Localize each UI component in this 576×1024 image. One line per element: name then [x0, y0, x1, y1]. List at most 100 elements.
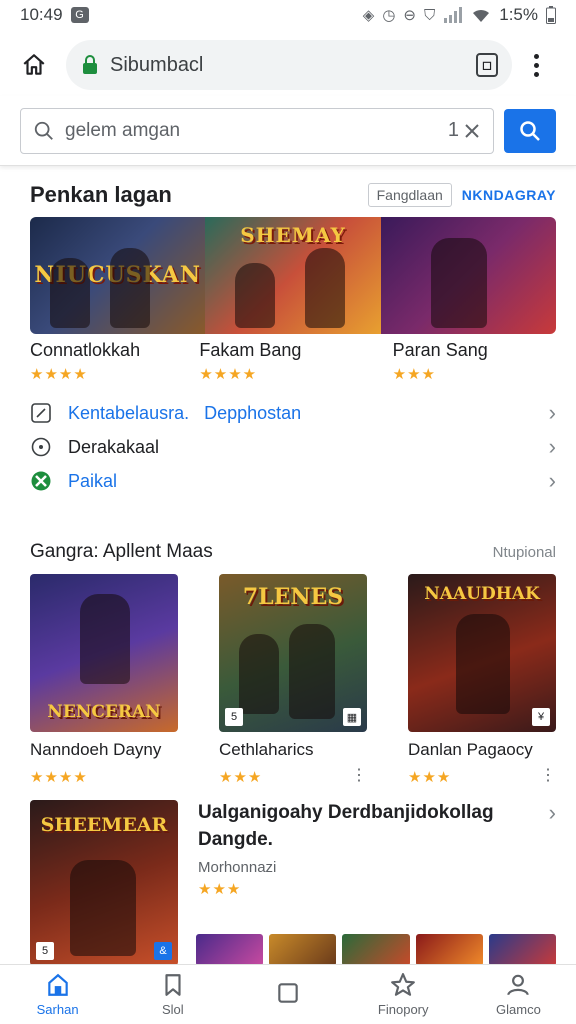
- chevron-right-icon: ›: [548, 400, 556, 425]
- game-thumbnail: SHEEMEAR 5 &: [30, 800, 178, 966]
- game-card[interactable]: 7LENES 5 ▦ Cethlaharics ★★★ ⋮: [219, 574, 367, 786]
- url-bar[interactable]: Sibumbacl ◻: [66, 40, 512, 90]
- browser-toolbar: Sibumbacl ◻: [0, 36, 576, 94]
- battery-level: 1:5%: [499, 5, 538, 24]
- game-card[interactable]: NAAUDHAK ¥ Danlan Pagaocy ★★★ ⋮: [408, 574, 556, 786]
- shield-icon: ⛉: [423, 6, 436, 24]
- list-item-label: Kentabelausra.: [68, 402, 190, 423]
- tabs-switcher-button[interactable]: ◻: [476, 53, 498, 77]
- screenshot-thumb[interactable]: [269, 934, 337, 966]
- vibrate-icon: ◈: [362, 7, 375, 24]
- see-more-link[interactable]: Ntupional: [493, 544, 556, 561]
- wifi-icon: [471, 7, 491, 23]
- search-button[interactable]: [504, 108, 556, 153]
- nav-item-bookmarks[interactable]: Slol: [115, 965, 230, 1024]
- star-rating: ★★★★: [30, 769, 88, 786]
- search-input[interactable]: gelem amgan 1: [20, 107, 494, 154]
- character-art: [456, 614, 510, 714]
- game-card[interactable]: NENCERAN Nanndoeh Dayny ★★★★: [30, 574, 178, 786]
- status-bar: 10:49 G ◈ ◷ ⊖ ⛉ 1:5%: [0, 0, 576, 30]
- character-art: [289, 624, 335, 719]
- nav-item-home[interactable]: Sarhan: [0, 965, 115, 1024]
- game-name: Nanndoeh Dayny: [30, 740, 162, 759]
- nav-item-tabs[interactable]: [230, 965, 345, 1024]
- game-name: Fakam Bang: [199, 340, 302, 360]
- nav-label: Finopory: [377, 1002, 429, 1017]
- game-name: Cethlaharics: [219, 740, 314, 759]
- person-icon: [507, 974, 530, 996]
- home-button[interactable]: [16, 47, 52, 83]
- home-icon: [23, 54, 45, 75]
- bottom-navigation: Sarhan Slol Finopory Glamco: [0, 964, 576, 1024]
- edit-icon: [30, 402, 52, 424]
- screenshot-thumb[interactable]: [196, 934, 264, 966]
- game-item[interactable]: Connatlokkah ★★★★: [30, 340, 193, 383]
- nav-item-favorites[interactable]: Finopory: [346, 965, 461, 1024]
- bookmark-icon: [165, 974, 181, 996]
- list-item[interactable]: Paikal ›: [30, 464, 556, 498]
- star-rating: ★★★: [198, 881, 242, 899]
- overflow-menu-button[interactable]: [526, 53, 546, 77]
- game-logo: NAAUDHAK: [424, 584, 540, 604]
- status-time: 10:49: [20, 5, 63, 24]
- character-art: [50, 258, 90, 328]
- nav-label: Sarhan: [36, 1002, 79, 1017]
- age-rating-icon: 5: [36, 942, 54, 960]
- list-item[interactable]: Derakakaal ›: [30, 430, 556, 464]
- age-rating-icon: ¥: [532, 708, 550, 726]
- notification-icon: G: [70, 7, 89, 23]
- home-icon: [47, 973, 68, 996]
- more-options-icon[interactable]: ⋮: [540, 765, 556, 785]
- star-rating: ★★★: [219, 769, 263, 786]
- badge-icon: &: [154, 942, 172, 960]
- character-art: [430, 238, 487, 328]
- game-logo: SHEMAY: [240, 223, 346, 247]
- tabs-icon: ◻: [482, 58, 492, 72]
- url-text: Sibumbacl: [110, 53, 204, 76]
- section-header: Gangra: Apllent Maas Ntupional: [30, 538, 556, 566]
- screenshot-thumb[interactable]: [342, 934, 410, 966]
- game-thumbnail: NAAUDHAK ¥: [408, 574, 556, 732]
- game-logo: 7LENES: [242, 584, 344, 610]
- list-item-label: Derakakaal: [68, 436, 160, 457]
- chevron-right-icon: ›: [548, 434, 556, 459]
- character-art: [305, 248, 346, 328]
- more-options-icon[interactable]: ⋮: [351, 765, 367, 785]
- section-title: Penkan lagan: [30, 182, 172, 207]
- tabs-icon: [278, 982, 298, 1003]
- games-row: Connatlokkah ★★★★ Fakam Bang ★★★★ Paran …: [30, 340, 556, 383]
- nav-item-account[interactable]: Glamco: [461, 965, 576, 1024]
- pinwheel-icon: [30, 470, 52, 492]
- screenshot-thumb[interactable]: [415, 934, 483, 966]
- nav-label: Glamco: [496, 1002, 541, 1017]
- featured-banner[interactable]: NIUCUSKAN SHEMAY: [30, 217, 556, 334]
- game-logo: NENCERAN: [47, 702, 161, 723]
- character-art: [110, 248, 150, 328]
- list-item[interactable]: Kentabelausra. Depphostan ›: [30, 396, 556, 430]
- qr-icon: ▦: [343, 708, 361, 726]
- game-item[interactable]: Fakam Bang ★★★★: [193, 340, 362, 383]
- banner-image: SHEMAY: [205, 217, 381, 334]
- game-cards: NENCERAN Nanndoeh Dayny ★★★★ 7LENES 5 ▦ …: [30, 574, 556, 786]
- see-more-link[interactable]: NKNDAGRAY: [462, 187, 556, 203]
- chevron-right-icon: ›: [548, 468, 556, 493]
- banner-image: [380, 217, 556, 334]
- list-item-label-secondary: Depphostan: [204, 402, 302, 423]
- star-icon: [391, 973, 416, 996]
- game-name: Connatlokkah: [30, 340, 141, 360]
- section-title: Gangra: Apllent Maas: [30, 541, 213, 562]
- game-name: Paran Sang: [392, 340, 488, 360]
- feature-subtitle: Morhonnazi: [198, 859, 277, 877]
- clear-icon[interactable]: [463, 122, 481, 140]
- star-rating: ★★★★: [30, 366, 88, 383]
- chevron-right-icon[interactable]: ›: [549, 800, 556, 853]
- star-rating: ★★★: [392, 366, 436, 383]
- filter-button[interactable]: Fangdlaan: [367, 183, 452, 207]
- game-item[interactable]: Paran Sang ★★★: [363, 340, 556, 383]
- featured-game[interactable]: SHEEMEAR 5 & Ualganigoahy Derdbanjidokol…: [30, 800, 557, 966]
- screenshot-strip: [196, 934, 557, 966]
- screenshot-thumb[interactable]: [488, 934, 557, 966]
- dnd-icon: ⊖: [403, 7, 416, 24]
- banner-image: NIUCUSKAN: [30, 217, 206, 334]
- section-header: Penkan lagan Fangdlaan NKNDAGRAY: [30, 180, 556, 210]
